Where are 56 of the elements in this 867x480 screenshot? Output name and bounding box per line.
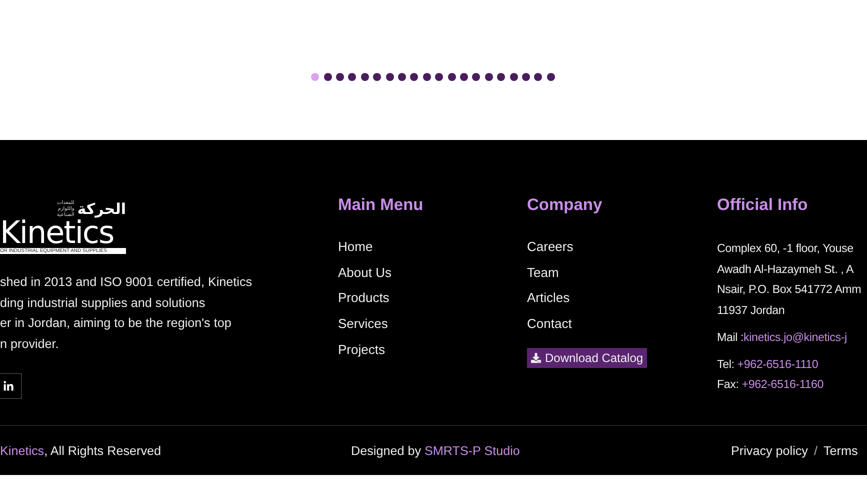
designer-credit: Designed by SMRTS-P Studio xyxy=(351,444,520,458)
about-text: shed in 2013 and ISO 9001 certified, Kinetics ding industrial supplies and solutions er in Jordan, aiming to be the region's top n provider. xyxy=(0,274,254,353)
carousel-dot[interactable] xyxy=(410,73,418,81)
carousel-dot[interactable] xyxy=(460,73,468,81)
linkedin-button[interactable] xyxy=(0,373,22,399)
footer-link[interactable]: Contact xyxy=(527,316,572,332)
copyright-text: Kinetics, All Rights Reserved xyxy=(0,444,162,458)
address-line: Awadh Al-Hazaymeh St. , A xyxy=(717,262,855,278)
email-link[interactable]: kinetics.jo@kinetics-j xyxy=(744,331,847,344)
column-heading: Company xyxy=(527,196,604,215)
address-line: 11937 Jordan xyxy=(717,302,786,318)
carousel-dot[interactable] xyxy=(472,73,480,81)
footer-link[interactable]: Projects xyxy=(338,342,385,358)
logo-arabic-name: الحركة xyxy=(77,200,126,218)
carousel-dot[interactable] xyxy=(484,73,493,81)
designer-link[interactable]: SMRTS-P Studio xyxy=(424,444,520,458)
carousel-dot[interactable] xyxy=(422,73,431,81)
carousel-dot[interactable] xyxy=(311,73,320,81)
carousel-dot[interactable] xyxy=(448,73,456,81)
phone-link[interactable]: +962-6516-1110 xyxy=(737,358,818,370)
carousel-dot[interactable] xyxy=(386,73,394,81)
carousel-dot[interactable] xyxy=(522,73,530,81)
footer-link[interactable]: About Us xyxy=(338,264,392,281)
legal-link[interactable]: Privacy policy xyxy=(731,444,808,458)
carousel-dot[interactable] xyxy=(398,73,406,81)
address-line: Nsair, P.O. Box 541772 Amm xyxy=(717,282,862,298)
download-catalog-button[interactable]: Download Catalog xyxy=(527,348,648,368)
linkedin-icon xyxy=(3,380,14,392)
fax-line: Fax: +962-6516-1160 xyxy=(717,377,825,393)
footer-link[interactable]: Articles xyxy=(527,290,570,306)
mail-line: Mail :kinetics.jo@kinetics-j xyxy=(717,330,848,346)
carousel-dot[interactable] xyxy=(348,73,356,81)
footer-link[interactable]: Products xyxy=(338,290,390,306)
carousel-dot[interactable] xyxy=(324,73,332,81)
carousel-dot[interactable] xyxy=(497,73,506,81)
legal-link[interactable]: Terms xyxy=(823,444,858,458)
carousel-dot[interactable] xyxy=(360,73,369,81)
carousel-dot[interactable] xyxy=(534,73,542,81)
footer-link[interactable]: Careers xyxy=(527,239,574,255)
column-heading: Official Info xyxy=(717,196,809,215)
logo-name: Kinetics xyxy=(0,218,114,248)
separator: / xyxy=(814,444,818,458)
carousel-dot[interactable] xyxy=(546,73,555,81)
carousel-dot[interactable] xyxy=(435,73,444,81)
footer-link[interactable]: Team xyxy=(527,264,559,281)
footer-link[interactable]: Home xyxy=(338,239,373,255)
carousel-dot[interactable] xyxy=(510,73,518,81)
company-link[interactable]: Kinetics xyxy=(0,444,44,458)
download-icon xyxy=(531,352,541,363)
carousel-dot[interactable] xyxy=(373,73,382,81)
carousel-dot[interactable] xyxy=(336,73,344,81)
address-line: Complex 60, -1 floor, Youse xyxy=(717,241,854,257)
footer-link[interactable]: Services xyxy=(338,316,388,332)
phone-line: Tel: +962-6516-1110 xyxy=(717,356,820,372)
column-heading: Main Menu xyxy=(338,196,424,215)
fax-link[interactable]: +962-6516-1160 xyxy=(742,378,824,391)
